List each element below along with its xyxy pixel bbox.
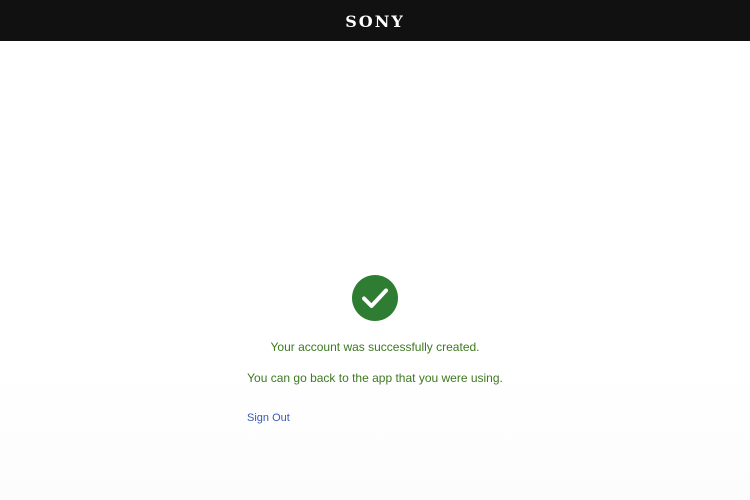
instruction-message: You can go back to the app that you were… <box>247 371 503 385</box>
page: SONY Your account was successfully creat… <box>0 0 750 500</box>
checkmark-circle-icon <box>352 275 398 321</box>
sony-logo: SONY <box>345 11 405 31</box>
top-header-bar: SONY <box>0 0 750 41</box>
success-message: Your account was successfully created. <box>270 340 480 354</box>
sign-out-link[interactable]: Sign Out <box>247 412 290 425</box>
main-content: Your account was successfully created. Y… <box>0 41 750 500</box>
checkmark-svg <box>352 275 398 321</box>
